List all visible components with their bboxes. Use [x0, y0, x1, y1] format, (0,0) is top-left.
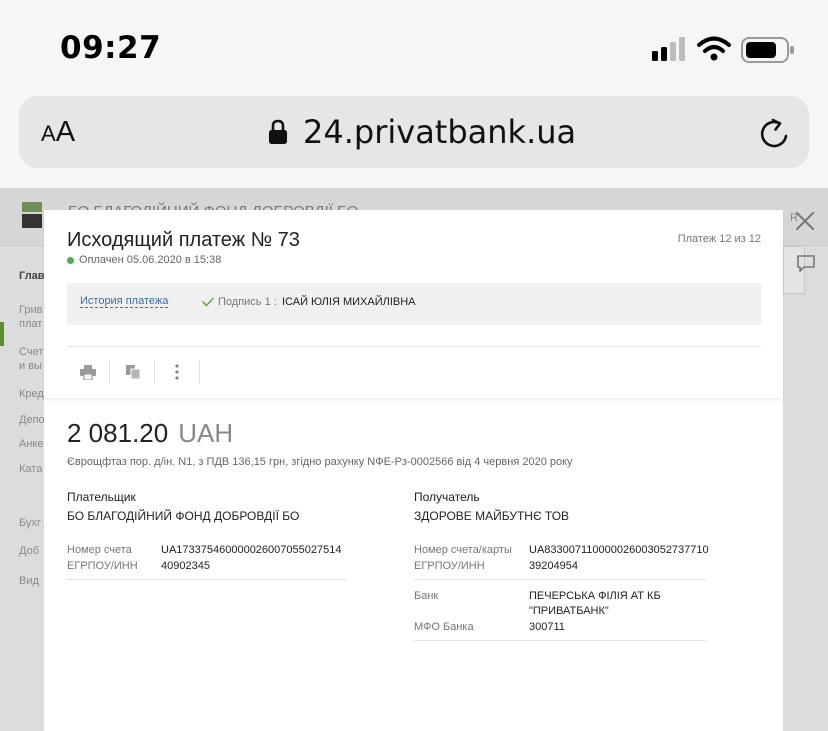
chat-icon[interactable] — [796, 254, 816, 272]
sidebar-item: Анке — [19, 438, 44, 450]
company-logo-icon — [22, 202, 42, 228]
sidebar-item: Счет — [19, 346, 44, 358]
toolbar-divider — [199, 360, 200, 384]
address-bar[interactable]: AA 24.privatbank.ua — [19, 96, 809, 168]
divider — [414, 640, 706, 641]
recipient-bank-line1: ПЕЧЕРСЬКА ФІЛІЯ АТ КБ — [529, 590, 661, 602]
check-icon — [202, 297, 214, 307]
toolbar-divider — [67, 346, 761, 347]
sidebar-item: Ката — [19, 463, 43, 475]
payment-purpose: Єврощфтаз пор. д/ін. N1, з ПДВ 136,15 гр… — [67, 456, 573, 468]
recipient-bank-line2: "ПРИВАТБАНК" — [529, 605, 609, 617]
recipient-edrpou-label: ЕГРПОУ/ИНН — [414, 560, 485, 572]
recipient-mfo: 300711 — [529, 621, 565, 633]
payer-heading: Плательщик — [67, 490, 136, 504]
status-time: 09:27 — [60, 30, 162, 66]
recipient-account: UA833007110000026003052737710 — [529, 544, 709, 556]
sidebar-item: Грив — [19, 304, 43, 316]
copy-button[interactable] — [120, 360, 146, 384]
sidebar-item: Вид — [19, 575, 39, 587]
signature-label: Подпись 1 : — [218, 296, 277, 308]
divider — [67, 579, 347, 580]
amount-currency: UAH — [178, 418, 234, 448]
close-icon[interactable] — [794, 210, 816, 232]
sidebar-item: Депо — [19, 414, 45, 426]
sidebar-item: Бухг — [19, 517, 41, 529]
active-nav-marker — [0, 322, 4, 346]
toolbar-divider — [154, 360, 155, 384]
payer-edrpou: 40902345 — [161, 560, 210, 572]
battery-icon — [741, 37, 794, 63]
payment-status: Оплачен 05.06.2020 в 15:38 — [79, 254, 222, 266]
signature-strip: История платежа Подпись 1 : ІСАЙ ЮЛІЯ МИ… — [67, 283, 761, 325]
sidebar-item: Кред — [19, 388, 44, 400]
print-button[interactable] — [75, 360, 101, 384]
recipient-account-label: Номер счета/карты — [414, 544, 512, 556]
payer-account-label: Номер счета — [67, 544, 132, 556]
status-bar: 09:27 — [0, 0, 828, 96]
sidebar-item: Глав — [19, 270, 45, 282]
status-dot-icon — [67, 257, 74, 264]
page-title: Исходящий платеж № 73 — [67, 229, 300, 251]
signature-name: ІСАЙ ЮЛІЯ МИХАЙЛІВНА — [282, 296, 416, 308]
recipient-name: ЗДОРОВЕ МАЙБУТНЄ ТОВ — [414, 509, 570, 523]
sidebar-item: Доб — [19, 545, 39, 557]
recipient-bank-label: Банк — [414, 590, 439, 602]
url-text[interactable]: 24.privatbank.ua — [303, 113, 576, 151]
more-options-button[interactable] — [164, 360, 190, 384]
payer-account: UA173375460000026007055027514 — [161, 544, 342, 556]
lock-icon — [269, 119, 287, 144]
toolbar-divider — [109, 360, 110, 384]
cellular-signal-icon — [652, 37, 685, 61]
wifi-icon — [697, 36, 731, 61]
payment-modal: Исходящий платеж № 73 Платеж 12 из 12 Оп… — [44, 210, 783, 731]
more-vertical-icon — [175, 364, 179, 380]
copy-icon — [125, 364, 140, 379]
payer-edrpou-label: ЕГРПОУ/ИНН — [67, 560, 138, 572]
recipient-mfo-label: МФО Банка — [414, 621, 474, 633]
payer-name: БО БЛАГОДІЙНИЙ ФОНД ДОБРОВДІЇ БО — [67, 509, 300, 523]
modal-header: Исходящий платеж № 73 Платеж 12 из 12 Оп… — [44, 210, 783, 398]
payment-amount: 2 081.20 UAH — [67, 418, 233, 449]
reader-text-size-button[interactable]: AA — [41, 116, 75, 149]
sidebar-item: и вы — [19, 360, 42, 372]
reload-icon[interactable] — [759, 116, 791, 150]
recipient-edrpou: 39204954 — [529, 560, 578, 572]
payment-counter: Платеж 12 из 12 — [677, 233, 761, 245]
payment-history-link[interactable]: История платежа — [80, 295, 169, 308]
recipient-heading: Получатель — [414, 490, 480, 504]
background-sidebar: Глав Грив плат Счет и вы Кред Депо Анке … — [0, 246, 45, 731]
divider — [414, 579, 706, 580]
amount-value: 2 081.20 — [67, 418, 169, 448]
printer-icon — [80, 364, 96, 380]
sidebar-item: плат — [19, 318, 43, 330]
